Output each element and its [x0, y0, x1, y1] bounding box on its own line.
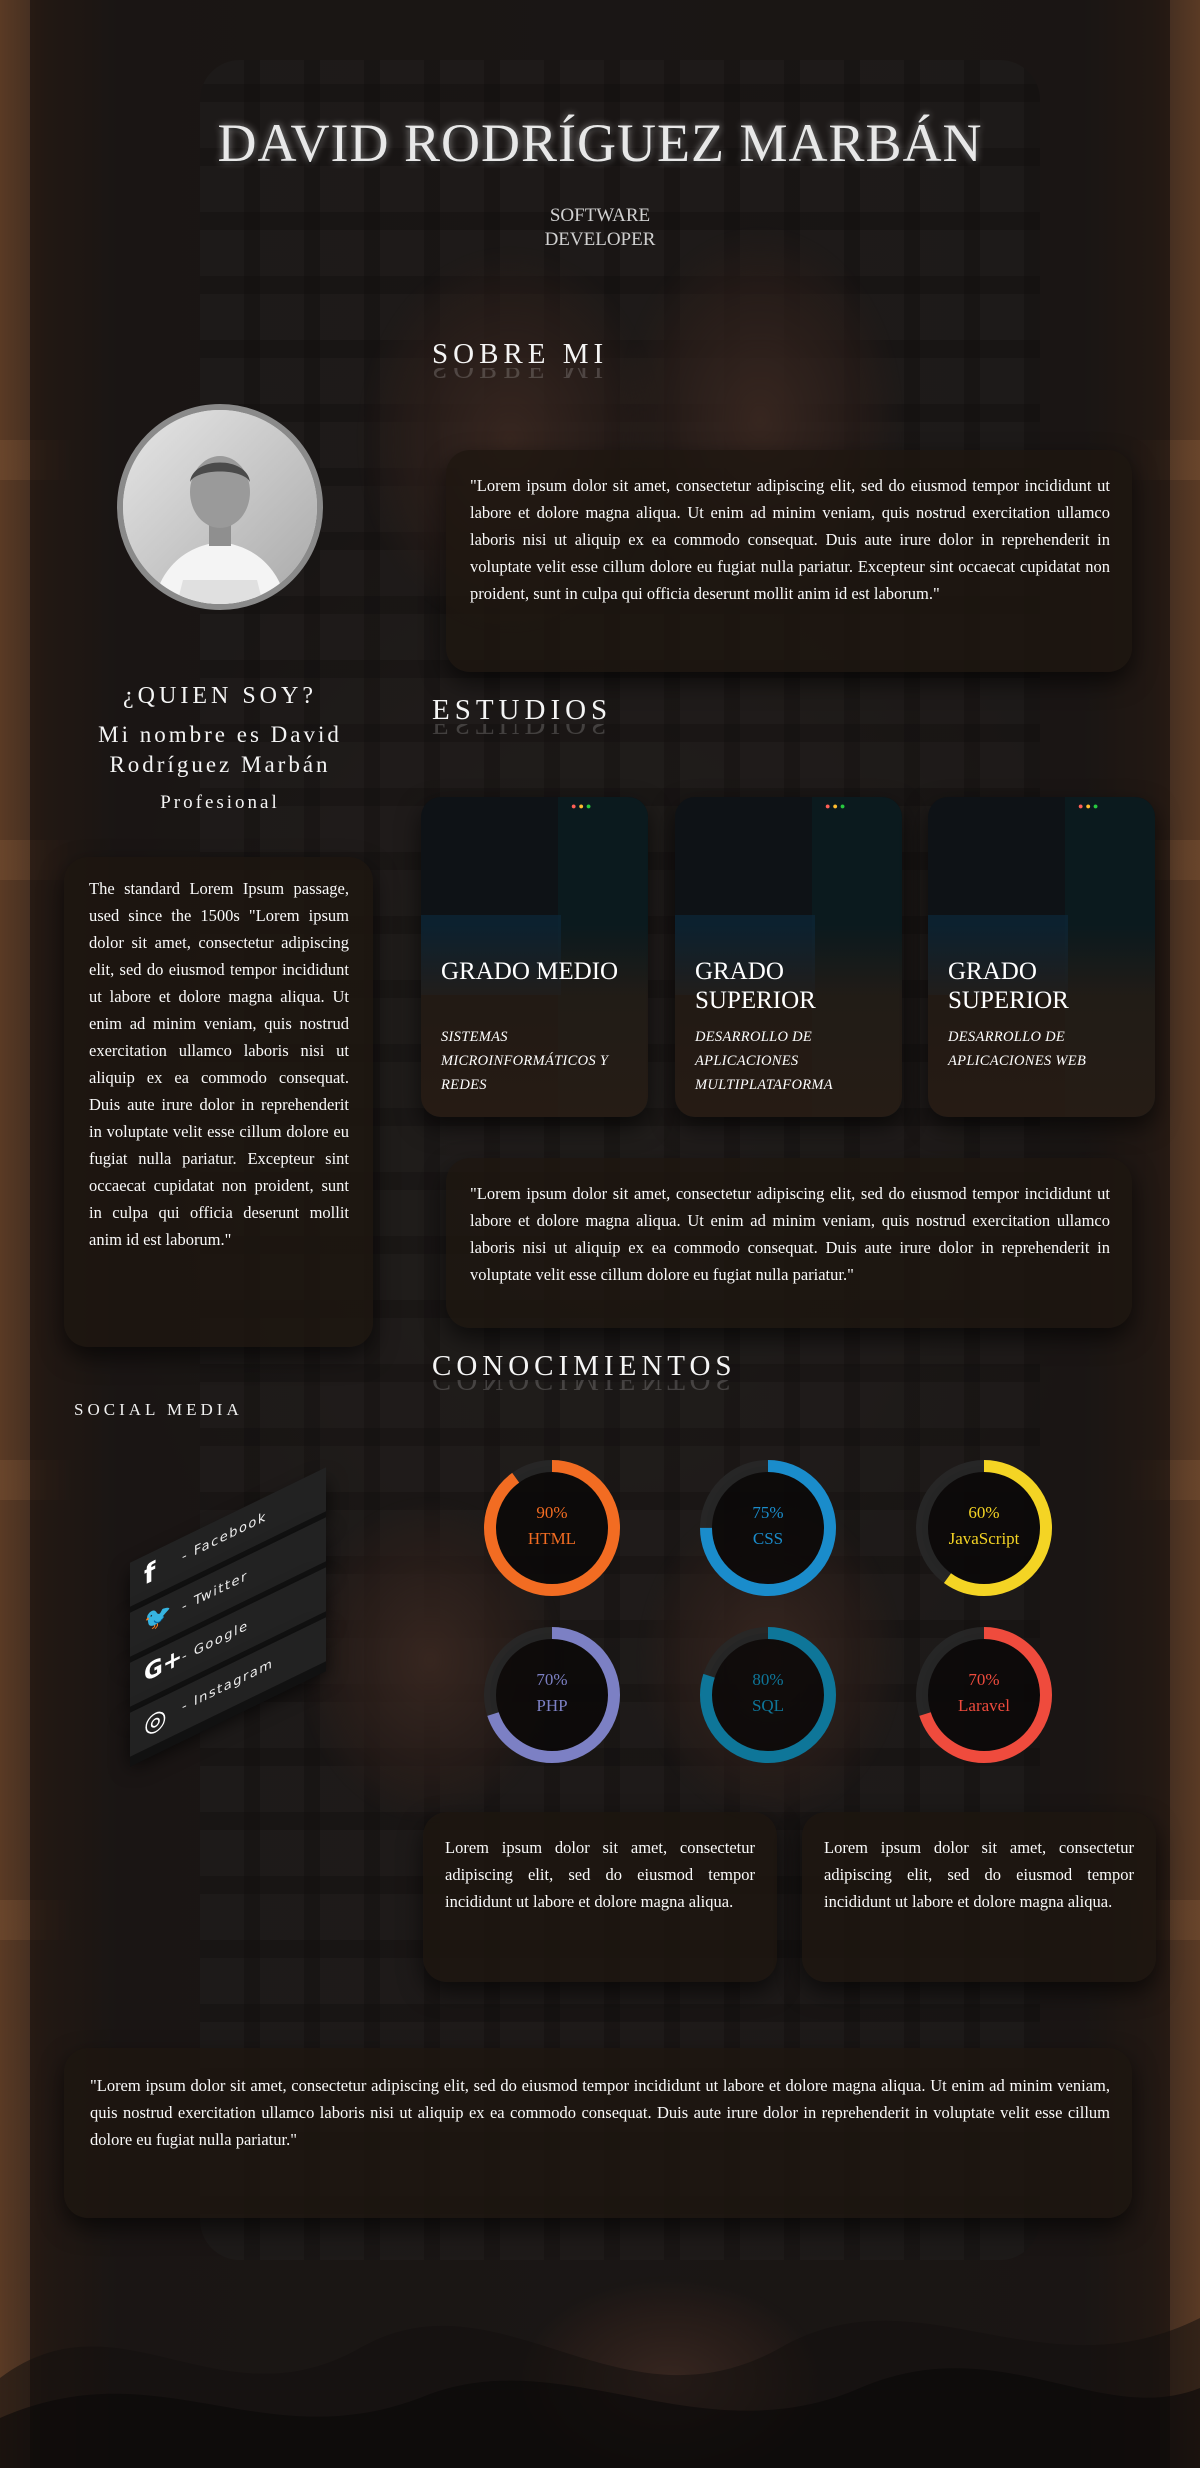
skills-heading: CONOCIMIENTOS	[432, 1350, 737, 1382]
twitter-icon: 🐦	[144, 1598, 172, 1637]
study-card[interactable]: ●●● GRADO MEDIO SISTEMAS MICROINFORMÁTIC…	[421, 797, 648, 1117]
study-title: GRADO SUPERIOR	[695, 958, 816, 1014]
google-plus-icon: G+	[144, 1643, 183, 1688]
skill-name: CSS	[752, 1529, 784, 1548]
skill-name: Laravel	[958, 1696, 1010, 1715]
study-desc: DESARROLLO DE APLICACIONES WEB	[948, 1029, 1087, 1069]
studies-text: "Lorem ipsum dolor sit amet, consectetur…	[470, 1184, 1110, 1284]
footer-card: "Lorem ipsum dolor sit amet, consectetur…	[64, 2048, 1132, 2218]
skill-percent: 70%	[968, 1670, 1000, 1689]
bio-card: The standard Lorem Ipsum passage, used s…	[64, 857, 373, 1347]
study-card[interactable]: ●●● GRADO SUPERIOR DESARROLLO DE APLICAC…	[928, 797, 1155, 1117]
studies-card: "Lorem ipsum dolor sit amet, consectetur…	[446, 1158, 1132, 1328]
instagram-icon: ◎	[144, 1700, 167, 1742]
page-title: DAVID RODRÍGUEZ MARBÁN	[217, 113, 983, 173]
footer-text: "Lorem ipsum dolor sit amet, consectetur…	[90, 2076, 1110, 2149]
about-card: "Lorem ipsum dolor sit amet, consectetur…	[446, 450, 1132, 672]
skill-ring-html: 90% HTML	[482, 1458, 622, 1598]
skill-percent: 90%	[536, 1503, 568, 1522]
avatar	[117, 404, 323, 610]
about-heading: SOBRE MI	[432, 338, 609, 370]
profile-tag: Profesional	[160, 792, 280, 813]
skill-percent: 80%	[752, 1670, 784, 1689]
skill-name: HTML	[527, 1529, 577, 1548]
bio-text: The standard Lorem Ipsum passage, used s…	[89, 879, 349, 1249]
study-desc: SISTEMAS MICROINFORMÁTICOS Y REDES	[441, 1029, 609, 1093]
skill-ring-php: 70% PHP	[482, 1625, 622, 1765]
skills-note-right: Lorem ipsum dolor sit amet, consectetur …	[802, 1812, 1156, 1982]
skill-name: PHP	[536, 1696, 568, 1715]
study-desc: DESARROLLO DE APLICACIONES MULTIPLATAFOR…	[695, 1029, 833, 1093]
skill-percent: 70%	[536, 1670, 568, 1689]
skill-name: SQL	[751, 1696, 785, 1715]
role-subtitle: SOFTWARE DEVELOPER	[544, 205, 656, 250]
profile-name: Mi nombre es David Rodríguez Marbán	[98, 722, 342, 777]
skill-percent: 75%	[752, 1503, 784, 1522]
study-card[interactable]: ●●● GRADO SUPERIOR DESARROLLO DE APLICAC…	[675, 797, 902, 1117]
social-links: f - Facebook 🐦 - Twitter G+ - Google ◎ -…	[130, 1467, 330, 1757]
facebook-icon: f	[144, 1556, 156, 1592]
who-heading: ¿QUIEN SOY?	[123, 683, 317, 709]
skill-ring-sql: 80% SQL	[698, 1625, 838, 1765]
skill-percent: 60%	[968, 1503, 1000, 1522]
skills-note-left: Lorem ipsum dolor sit amet, consectetur …	[423, 1812, 777, 1982]
study-title: GRADO MEDIO	[441, 958, 619, 985]
studies-heading: ESTUDIOS	[432, 694, 613, 726]
study-title: GRADO SUPERIOR	[948, 958, 1069, 1014]
skill-ring-css: 75% CSS	[698, 1458, 838, 1598]
about-text: "Lorem ipsum dolor sit amet, consectetur…	[470, 476, 1110, 603]
skill-name: JavaScript	[948, 1529, 1020, 1548]
skill-ring-javascript: 60% JavaScript	[914, 1458, 1054, 1598]
social-heading: SOCIAL MEDIA	[74, 1400, 243, 1419]
skill-ring-laravel: 70% Laravel	[914, 1625, 1054, 1765]
